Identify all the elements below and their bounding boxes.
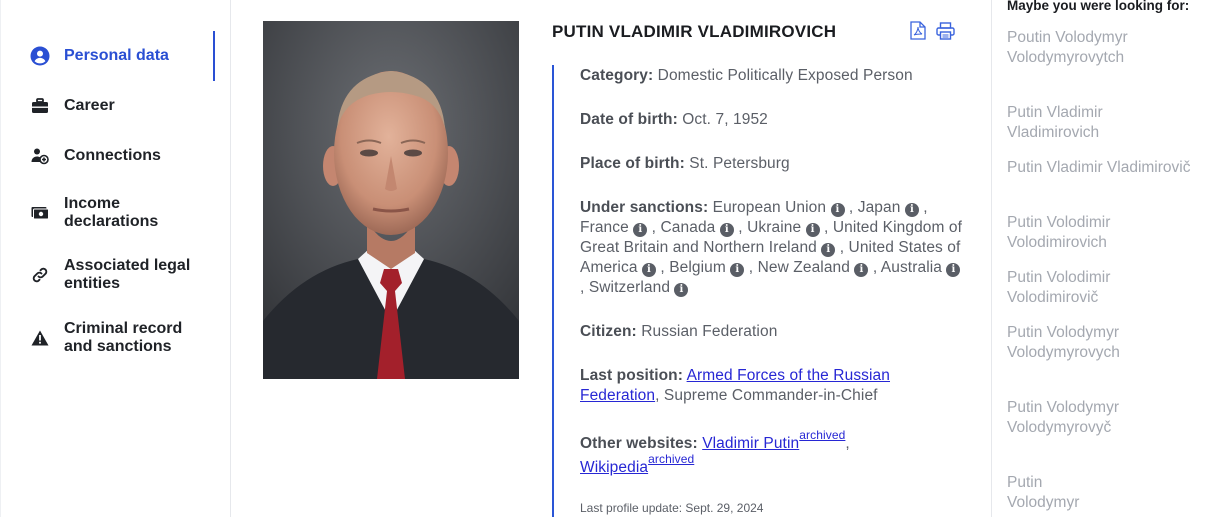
info-icon[interactable]: i [719, 223, 734, 237]
category-value: Domestic Politically Exposed Person [657, 67, 913, 84]
suggestion-item[interactable]: Putin Volodymyr [1007, 473, 1107, 513]
sanction-item: European Union [712, 199, 827, 216]
profile-photo [263, 21, 519, 379]
suggestion-item[interactable]: Putin Volodimir Volodimirovič [1007, 268, 1197, 308]
citizen-row: Citizen: Russian Federation [580, 323, 778, 340]
suggestion-item[interactable]: Poutin Volodymyr Volodymyrovytch [1007, 28, 1197, 68]
print-button[interactable] [935, 21, 955, 45]
sidebar-item-label: Personal data [64, 47, 169, 64]
user-plus-icon [29, 145, 51, 167]
sidebar-item-associated-legal-entities[interactable]: Associated legal entities [29, 256, 215, 294]
sanction-item: Belgium [669, 259, 726, 276]
pob-row: Place of birth: St. Petersburg [580, 155, 790, 172]
sidebar: Personal data Career Connections Income … [0, 0, 231, 517]
info-icon[interactable]: i [854, 263, 869, 277]
page-title: PUTIN VLADIMIR VLADIMIROVICH [552, 22, 837, 41]
info-icon[interactable]: i [904, 203, 919, 217]
sidebar-item-criminal-record[interactable]: Criminal record and sanctions [29, 319, 215, 357]
info-icon[interactable]: i [805, 223, 820, 237]
suggestion-item[interactable]: Putin Vladimir Vladimirovič [1007, 158, 1197, 178]
sanction-item: New Zealand [757, 259, 850, 276]
suggestions-heading: Maybe you were looking for: [1007, 0, 1190, 13]
sidebar-item-career[interactable]: Career [29, 95, 215, 117]
info-icon[interactable]: i [821, 243, 836, 257]
websites-row: Other websites: Vladimir Putinarchived, … [580, 428, 850, 476]
info-icon[interactable]: i [641, 263, 656, 277]
archived-link[interactable]: archived [799, 428, 845, 442]
sidebar-item-label: Criminal record and sanctions [64, 320, 183, 355]
last-position-row: Last position: Armed Forces of the Russi… [580, 367, 890, 404]
last-position-role: , Supreme Commander-in-Chief [655, 387, 878, 404]
sanctions-row: Under sanctions: European Union i , Japa… [580, 199, 963, 297]
printer-icon [935, 21, 955, 45]
citizen-value: Russian Federation [641, 323, 778, 340]
website-link-putin[interactable]: Vladimir Putin [702, 435, 799, 452]
last-updated: Last profile update: Sept. 29, 2024 [580, 501, 764, 515]
suggestion-item[interactable]: Putin Volodimir Volodimirovich [1007, 213, 1197, 253]
sanction-item: Switzerland [588, 279, 671, 296]
sanction-item: Japan [857, 199, 901, 216]
sanction-item: Australia [880, 259, 943, 276]
sanction-item: France [580, 219, 629, 236]
sidebar-item-label: Connections [64, 147, 161, 164]
sidebar-item-connections[interactable]: Connections [29, 145, 215, 167]
sidebar-item-personal-data[interactable]: Personal data [29, 31, 215, 81]
pdf-icon [910, 21, 926, 45]
briefcase-icon [29, 95, 51, 117]
pdf-download-button[interactable] [908, 21, 928, 45]
sanction-item: Canada [660, 219, 716, 236]
sidebar-item-label: Associated legal entities [64, 257, 191, 292]
info-icon[interactable]: i [674, 283, 689, 297]
user-circle-icon [29, 45, 51, 67]
sidebar-item-income-declarations[interactable]: Income declarations [29, 194, 215, 232]
sanction-item: Ukraine [747, 219, 802, 236]
info-icon[interactable]: i [633, 223, 648, 237]
sidebar-item-label: Income declarations [64, 195, 159, 230]
category-row: Category: Domestic Politically Exposed P… [580, 67, 913, 84]
dob-row: Date of birth: Oct. 7, 1952 [580, 111, 768, 128]
dob-value: Oct. 7, 1952 [682, 111, 768, 128]
suggestion-item[interactable]: Putin Vladimir Vladimirovich [1007, 103, 1197, 143]
link-icon [29, 264, 51, 286]
suggestion-item[interactable]: Putin Volodymyr Volodymyrovyč [1007, 398, 1147, 438]
money-icon [29, 202, 51, 224]
suggestion-item[interactable]: Putin Volodymyr Volodymyrovych [1007, 323, 1147, 363]
profile-details: Category: Domestic Politically Exposed P… [552, 65, 972, 517]
info-icon[interactable]: i [830, 203, 845, 217]
suggestions-panel: Maybe you were looking for: Poutin Volod… [991, 0, 1206, 517]
info-icon[interactable]: i [730, 263, 745, 277]
website-link-wikipedia[interactable]: Wikipedia [580, 459, 648, 476]
pob-value: St. Petersburg [689, 155, 790, 172]
archived-link[interactable]: archived [648, 452, 694, 466]
info-icon[interactable]: i [946, 263, 961, 277]
sidebar-item-label: Career [64, 97, 115, 114]
warning-icon [29, 327, 51, 349]
